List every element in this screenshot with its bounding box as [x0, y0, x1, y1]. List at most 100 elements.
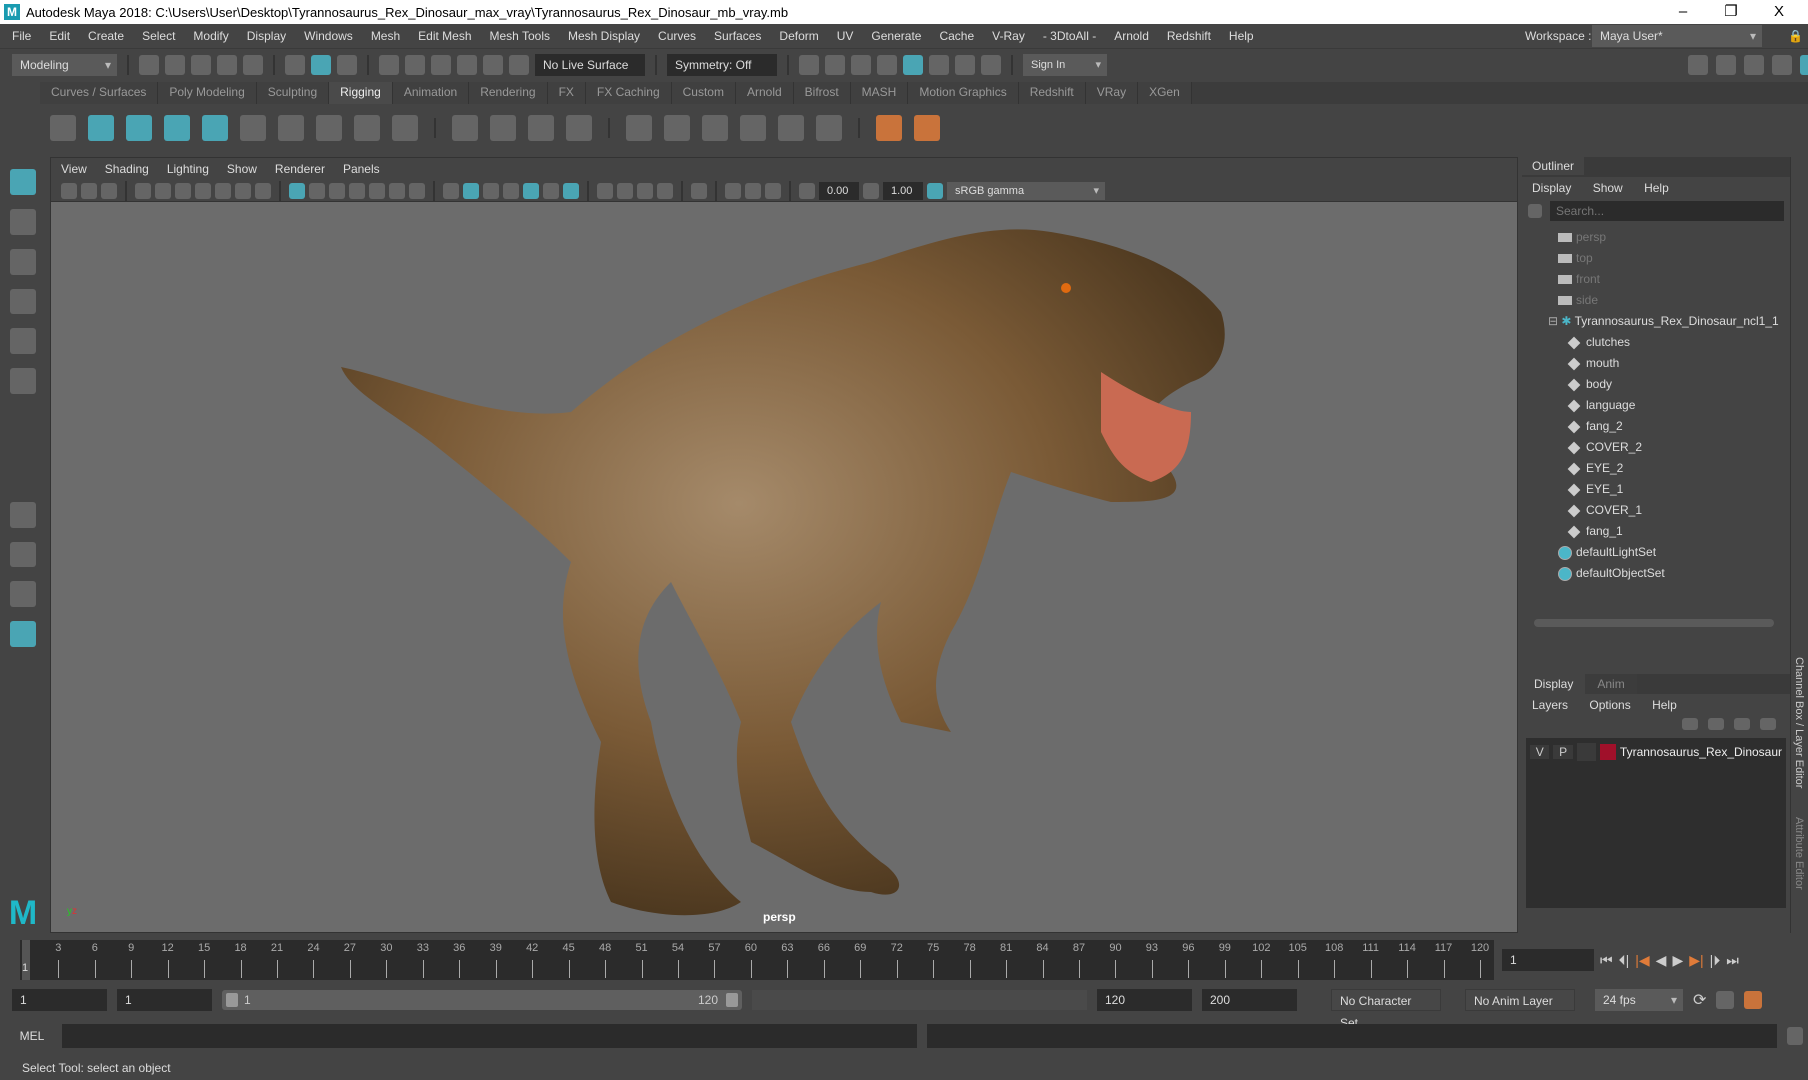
- vp-menu-show[interactable]: Show: [227, 162, 257, 176]
- depth-of-field-icon[interactable]: [657, 182, 673, 199]
- outliner-item-default-object-set[interactable]: defaultObjectSet: [1558, 563, 1790, 584]
- step-forward-icon[interactable]: |⏵: [1710, 952, 1721, 969]
- anim-layer-dropdown[interactable]: No Anim Layer: [1465, 989, 1575, 1011]
- use-lights-icon[interactable]: [543, 182, 559, 199]
- layer-playback-toggle[interactable]: P: [1553, 745, 1573, 759]
- current-frame-field[interactable]: 1: [1502, 949, 1594, 971]
- character-controls-icon[interactable]: [1716, 54, 1736, 75]
- workspace-dropdown[interactable]: Maya User*: [1592, 25, 1762, 47]
- layer-menu-help[interactable]: Help: [1652, 698, 1677, 712]
- snap-grid-icon[interactable]: [379, 54, 399, 75]
- menu-windows[interactable]: Windows: [304, 29, 353, 43]
- modeling-toolkit-icon[interactable]: [1688, 54, 1708, 75]
- insert-joint-icon[interactable]: [278, 115, 304, 141]
- outliner-item-side[interactable]: side: [1558, 290, 1790, 311]
- trex-model[interactable]: [51, 202, 1517, 932]
- prev-key-icon[interactable]: |◀: [1635, 952, 1649, 969]
- wireframe-icon[interactable]: [443, 182, 459, 199]
- snap-view-icon[interactable]: [457, 54, 477, 75]
- play-forwards-icon[interactable]: ▶: [1672, 952, 1683, 969]
- select-object-icon[interactable]: [311, 54, 331, 75]
- cluster-icon[interactable]: [566, 115, 592, 141]
- shelf-tab-motion-graphics[interactable]: Motion Graphics: [908, 82, 1019, 104]
- outliner-item-body[interactable]: body: [1567, 374, 1790, 395]
- symmetry-dropdown[interactable]: Symmetry: Off: [667, 53, 777, 76]
- remove-joint-icon[interactable]: [914, 115, 940, 141]
- add-joint-icon[interactable]: [876, 115, 902, 141]
- shelf-tab-poly-modeling[interactable]: Poly Modeling: [158, 82, 257, 104]
- menu-mesh-tools[interactable]: Mesh Tools: [490, 29, 550, 43]
- outliner-item-persp[interactable]: persp: [1558, 227, 1790, 248]
- scene-end-field[interactable]: 200: [1202, 989, 1297, 1011]
- select-component-icon[interactable]: [337, 54, 357, 75]
- aim-constraint-icon[interactable]: [778, 115, 804, 141]
- menu-select[interactable]: Select: [142, 29, 175, 43]
- pencil-icon[interactable]: [255, 182, 271, 199]
- pole-vector-icon[interactable]: [816, 115, 842, 141]
- ipr-render-icon[interactable]: [851, 54, 871, 75]
- script-editor-icon[interactable]: [1787, 1027, 1803, 1045]
- motion-blur-icon[interactable]: [617, 182, 633, 199]
- attribute-editor-icon[interactable]: [1744, 54, 1764, 75]
- menu-redshift[interactable]: Redshift: [1167, 29, 1211, 43]
- vp-menu-lighting[interactable]: Lighting: [167, 162, 209, 176]
- light-editor-icon[interactable]: [955, 54, 975, 75]
- shelf-tab-xgen[interactable]: XGen: [1138, 82, 1192, 104]
- snap-pivot-icon[interactable]: [509, 54, 529, 75]
- outliner-item-top[interactable]: top: [1558, 248, 1790, 269]
- outliner-item-fang-1[interactable]: fang_1: [1567, 521, 1790, 542]
- outliner-item-clutches[interactable]: clutches: [1567, 332, 1790, 353]
- hik-icon[interactable]: [88, 115, 114, 141]
- new-layer-icon[interactable]: [1734, 718, 1750, 730]
- outliner-item-fang-2[interactable]: fang_2: [1567, 416, 1790, 437]
- color-management-icon[interactable]: [927, 182, 943, 199]
- step-back-icon[interactable]: ⏴|: [1619, 952, 1630, 969]
- shelf-tab-curves-surfaces[interactable]: Curves / Surfaces: [40, 82, 159, 104]
- range-start-handle[interactable]: [226, 993, 238, 1007]
- menu-edit-mesh[interactable]: Edit Mesh: [418, 29, 471, 43]
- vp-menu-renderer[interactable]: Renderer: [275, 162, 325, 176]
- outliner-item-eye-1[interactable]: EYE_1: [1567, 479, 1790, 500]
- shelf-tab-bifrost[interactable]: Bifrost: [793, 82, 851, 104]
- shelf-tab-rigging[interactable]: Rigging: [329, 82, 393, 104]
- next-key-icon[interactable]: ▶|: [1689, 952, 1703, 969]
- ik-handle-icon[interactable]: [316, 115, 342, 141]
- color-space-dropdown[interactable]: sRGB gamma: [947, 181, 1105, 200]
- save-scene-icon[interactable]: [191, 54, 211, 75]
- outliner-item-mouth[interactable]: mouth: [1567, 353, 1790, 374]
- camera-attributes-icon[interactable]: [61, 182, 77, 199]
- snap-curve-icon[interactable]: [405, 54, 425, 75]
- lattice-icon[interactable]: [528, 115, 554, 141]
- shelf-tab-fx[interactable]: FX: [547, 82, 586, 104]
- layer-row[interactable]: V P Tyrannosaurus_Rex_Dinosaur: [1530, 742, 1782, 762]
- paint-weights-icon[interactable]: [490, 115, 516, 141]
- scale-tool-icon[interactable]: [10, 368, 36, 395]
- move-layer-down-icon[interactable]: [1708, 718, 1724, 730]
- collapse-icon[interactable]: ⊟: [1548, 314, 1561, 328]
- undo-icon[interactable]: [217, 54, 237, 75]
- menu-help[interactable]: Help: [1229, 29, 1254, 43]
- shelf-tab-custom[interactable]: Custom: [671, 82, 736, 104]
- menu-cache[interactable]: Cache: [939, 29, 974, 43]
- menu-vray[interactable]: V-Ray: [992, 29, 1025, 43]
- move-tool-icon[interactable]: [10, 288, 36, 315]
- vp-menu-panels[interactable]: Panels: [343, 162, 380, 176]
- filter-icon[interactable]: [1528, 204, 1542, 218]
- resolution-gate-icon[interactable]: [329, 182, 345, 199]
- vp-menu-shading[interactable]: Shading: [105, 162, 149, 176]
- character-set-dropdown[interactable]: No Character Set: [1331, 989, 1441, 1030]
- layer-menu-options[interactable]: Options: [1589, 698, 1630, 712]
- shelf-tab-fx-caching[interactable]: FX Caching: [585, 82, 672, 104]
- character-icon[interactable]: [392, 115, 418, 141]
- outliner-layout-icon[interactable]: [10, 621, 36, 648]
- pause-icon[interactable]: [981, 54, 1001, 75]
- mode-dropdown[interactable]: Modeling: [12, 53, 117, 76]
- new-layer-selected-icon[interactable]: [1760, 718, 1776, 730]
- anti-aliasing-icon[interactable]: [637, 182, 653, 199]
- auto-key-icon[interactable]: [1716, 991, 1735, 1009]
- shelf-tab-vray[interactable]: VRay: [1085, 82, 1139, 104]
- shelf-tab-rendering[interactable]: Rendering: [469, 82, 548, 104]
- menu-mesh-display[interactable]: Mesh Display: [568, 29, 640, 43]
- layer-tab-anim[interactable]: Anim: [1585, 674, 1637, 694]
- menu-modify[interactable]: Modify: [193, 29, 228, 43]
